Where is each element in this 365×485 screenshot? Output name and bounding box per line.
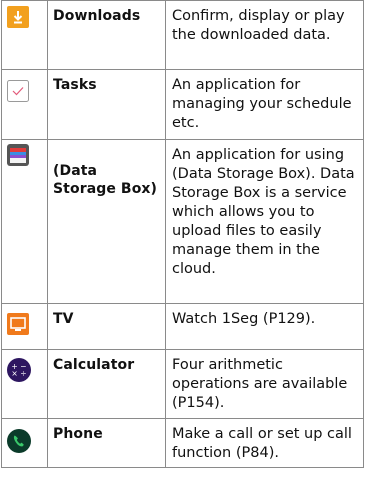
icon-cell xyxy=(1,69,48,140)
phone-icon xyxy=(7,429,31,453)
table-row: Downloads Confirm, display or play the d… xyxy=(1,0,364,70)
icon-cell xyxy=(1,0,48,70)
table-row: Tasks An application for managing your s… xyxy=(1,69,364,140)
app-name: Downloads xyxy=(53,8,141,24)
app-desc-cell: Confirm, display or play the downloaded … xyxy=(165,0,364,70)
icon-cell xyxy=(1,418,48,468)
table-row: + − × ÷ Calculator Four arithmetic opera… xyxy=(1,349,364,419)
app-name-cell: (Data Storage Box) xyxy=(47,139,166,304)
app-name-cell: Downloads xyxy=(47,0,166,70)
app-desc-cell: Watch 1Seg (P129). xyxy=(165,303,364,350)
table-row: TV Watch 1Seg (P129). xyxy=(1,303,364,350)
icon-cell: + − × ÷ xyxy=(1,349,48,419)
app-description: Four arithmetic operations are available… xyxy=(172,357,348,411)
icon-cell xyxy=(1,303,48,350)
table-row: (Data Storage Box) An application for us… xyxy=(1,139,364,304)
app-name-cell: TV xyxy=(47,303,166,350)
data-storage-box-icon xyxy=(7,144,29,166)
app-name: Phone xyxy=(53,426,103,442)
svg-text:× ÷: × ÷ xyxy=(11,369,26,378)
app-name-cell: Tasks xyxy=(47,69,166,140)
app-description: An application for using (Data Storage B… xyxy=(172,147,355,277)
app-name: TV xyxy=(53,311,74,327)
app-desc-cell: An application for managing your schedul… xyxy=(165,69,364,140)
app-list-table: Downloads Confirm, display or play the d… xyxy=(1,0,364,468)
icon-cell xyxy=(1,139,48,304)
app-name: Tasks xyxy=(53,77,97,93)
app-desc-cell: An application for using (Data Storage B… xyxy=(165,139,364,304)
tasks-checkmark-icon xyxy=(7,80,29,102)
app-description: Confirm, display or play the downloaded … xyxy=(172,8,345,43)
app-desc-cell: Four arithmetic operations are available… xyxy=(165,349,364,419)
app-name-cell: Calculator xyxy=(47,349,166,419)
app-desc-cell: Make a call or set up call function (P84… xyxy=(165,418,364,468)
app-description: An application for managing your schedul… xyxy=(172,77,352,131)
app-name-cell: Phone xyxy=(47,418,166,468)
tv-icon xyxy=(7,313,29,335)
calculator-icon: + − × ÷ xyxy=(7,358,31,382)
app-name: Calculator xyxy=(53,357,135,373)
app-name: (Data Storage Box) xyxy=(53,163,158,197)
app-description: Watch 1Seg (P129). xyxy=(172,311,316,327)
app-description: Make a call or set up call function (P84… xyxy=(172,426,352,461)
table-row: Phone Make a call or set up call functio… xyxy=(1,418,364,468)
download-icon xyxy=(7,6,29,28)
